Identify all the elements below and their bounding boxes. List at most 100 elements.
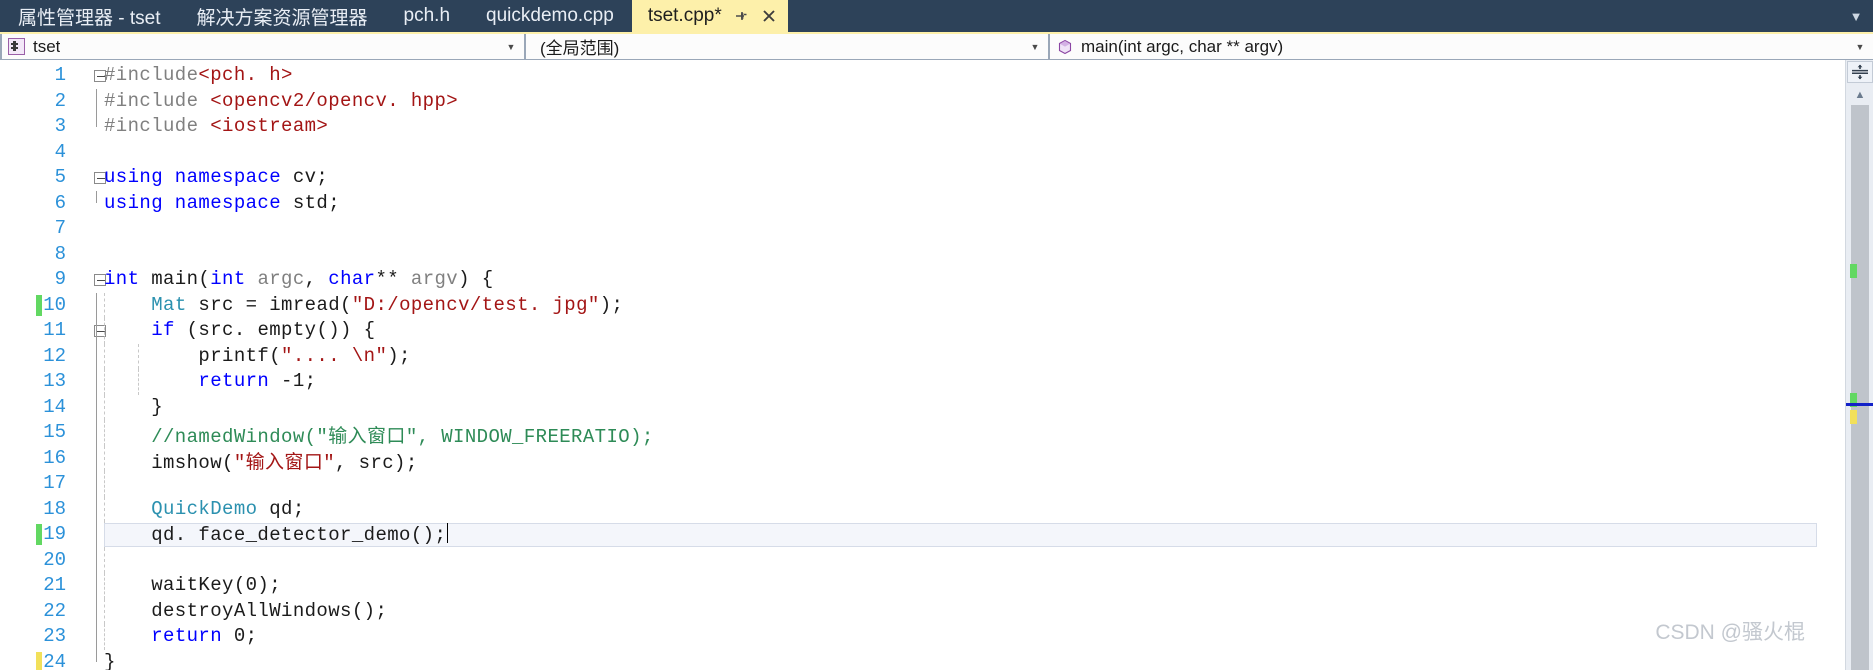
scrollbar-triangle-up-icon[interactable]: ▲ [1850, 88, 1870, 102]
code-line[interactable]: 1 #include<pch. h> [0, 63, 1845, 89]
code-line[interactable]: 23 return 0; [0, 624, 1845, 650]
line-number: 19 [43, 523, 66, 545]
code-text: return -1; [104, 370, 316, 392]
code-token: ".... \n" [281, 344, 388, 367]
document-tab[interactable]: 解决方案资源管理器 [179, 0, 386, 32]
close-icon[interactable] [760, 7, 778, 25]
code-text: destroyAllWindows(); [104, 600, 387, 622]
block-structure-line [96, 114, 97, 127]
visual-studio-editor-window: 属性管理器 - tset 解决方案资源管理器 pch.h quickdemo.cpp t… [0, 0, 1873, 670]
code-line[interactable]: 21 waitKey(0); [0, 573, 1845, 599]
tab-overflow-chevron-down-icon[interactable]: ▼ [1839, 0, 1873, 32]
code-line[interactable]: 11 if (src. empty()) { [0, 318, 1845, 344]
document-tab[interactable]: pch.h [386, 0, 468, 32]
code-text: if (src. empty()) { [104, 319, 375, 341]
document-tab[interactable]: 属性管理器 - tset [0, 0, 179, 32]
line-number: 21 [43, 574, 66, 596]
navigation-bar: tset ▼ (全局范围) ▼ main(int argc, char ** a… [0, 32, 1873, 59]
line-number: 16 [43, 446, 66, 469]
document-tab-label: pch.h [403, 5, 451, 26]
line-number: 15 [43, 421, 66, 443]
project-combo-chevron-down-icon[interactable]: ▼ [498, 42, 524, 52]
scope-combo-value: (全局范围) [540, 39, 620, 58]
code-line[interactable]: 22 destroyAllWindows(); [0, 598, 1845, 624]
code-editor[interactable]: 1 #include<pch. h> 2 #include <opencv2/open… [0, 60, 1845, 670]
code-line[interactable]: 8 [0, 242, 1845, 268]
code-line[interactable]: 15 //namedWindow("输入窗口", WINDOW_FREERATI… [0, 420, 1845, 448]
code-line[interactable]: 18 QuickDemo qd; [0, 496, 1845, 522]
document-tab-label: tset.cpp* [647, 5, 722, 26]
line-number: 23 [43, 625, 66, 647]
line-number: 17 [43, 472, 66, 494]
block-structure-line [96, 420, 97, 446]
document-tab-label: 属性管理器 - tset [18, 7, 161, 29]
code-token: <pch. h> [198, 64, 293, 86]
member-combo-box[interactable]: main(int argc, char ** argv) ▼ [1048, 34, 1873, 59]
code-line[interactable]: 20 [0, 547, 1845, 573]
project-combo-value: tset [33, 36, 61, 56]
text-caret [447, 523, 449, 543]
scope-combo-chevron-down-icon[interactable]: ▼ [1022, 42, 1048, 52]
document-tab-strip: 属性管理器 - tset 解决方案资源管理器 pch.h quickdemo.cpp t… [0, 0, 1873, 32]
block-structure-line [96, 471, 97, 497]
line-number: 6 [54, 191, 66, 214]
code-token: return [151, 625, 223, 647]
code-token: #include [104, 64, 199, 86]
code-token: #include [104, 89, 211, 112]
document-tab[interactable]: tset.cpp* [631, 0, 788, 32]
vertical-scrollbar[interactable]: ▲ [1845, 60, 1873, 670]
code-line[interactable]: 16 imshow("输入窗口", src); [0, 445, 1845, 474]
code-line[interactable]: 17 [0, 471, 1845, 497]
code-text: #include<pch. h> [104, 64, 293, 86]
code-token: int [104, 268, 140, 290]
code-line[interactable]: 4 [0, 140, 1845, 166]
code-line[interactable]: 24} [0, 649, 1845, 670]
code-token: ); [387, 344, 411, 367]
code-line[interactable]: 6 using namespace std; [0, 190, 1845, 217]
code-text: } [104, 651, 116, 670]
split-view-icon[interactable] [1847, 61, 1873, 83]
code-line[interactable]: 12 printf(".... \n"); [0, 343, 1845, 369]
code-text: imshow("输入窗口", src); [104, 447, 418, 474]
member-combo-chevron-down-icon[interactable]: ▼ [1847, 42, 1873, 52]
block-structure-line [96, 445, 97, 471]
line-number: 3 [54, 115, 66, 137]
project-combo-box[interactable]: tset ▼ [0, 34, 524, 59]
code-line[interactable]: 14 } [0, 394, 1845, 420]
code-token: cv; [281, 166, 329, 188]
code-line[interactable]: 7 [0, 216, 1845, 242]
code-line[interactable]: 10 Mat src = imread("D:/opencv/test. jpg… [0, 292, 1845, 318]
block-structure-line [96, 547, 97, 573]
document-tab-label: quickdemo.cpp [486, 5, 614, 26]
pin-icon[interactable] [732, 7, 750, 25]
line-number: 8 [54, 242, 66, 265]
code-line[interactable]: 5 using namespace cv; [0, 165, 1845, 191]
code-token: } [104, 395, 164, 418]
line-number: 22 [43, 599, 66, 622]
block-structure-line [96, 318, 97, 344]
code-text: //namedWindow("输入窗口", WINDOW_FREERATIO); [104, 421, 654, 448]
code-token: 0; [222, 625, 258, 647]
code-token: main( [139, 268, 211, 290]
code-token: <iostream> [210, 115, 329, 137]
code-line[interactable]: 3 #include <iostream> [0, 114, 1845, 140]
document-tab[interactable]: quickdemo.cpp [468, 0, 632, 32]
document-tab-label: 解决方案资源管理器 [196, 7, 368, 29]
code-token: qd; [257, 497, 305, 520]
block-structure-line [96, 522, 97, 548]
block-structure-line [96, 598, 97, 624]
scope-combo-box[interactable]: (全局范围) ▼ [524, 34, 1048, 59]
code-text: qd. face_detector_demo(); [104, 523, 449, 546]
line-number: 2 [54, 89, 66, 112]
code-text: using namespace std; [104, 192, 340, 214]
line-number: 10 [43, 293, 66, 316]
code-line[interactable]: 13 return -1; [0, 369, 1845, 395]
scrollbar-thumb[interactable] [1851, 105, 1869, 670]
code-line[interactable]: 19 qd. face_detector_demo(); [0, 522, 1845, 548]
code-token: <opencv2/opencv. hpp> [210, 89, 459, 112]
code-token: int [210, 268, 246, 290]
code-line[interactable]: 2 #include <opencv2/opencv. hpp> [0, 88, 1845, 114]
code-line[interactable]: 9 int main(int argc, char** argv) { [0, 267, 1845, 293]
code-token: destroyAllWindows(); [104, 599, 388, 622]
